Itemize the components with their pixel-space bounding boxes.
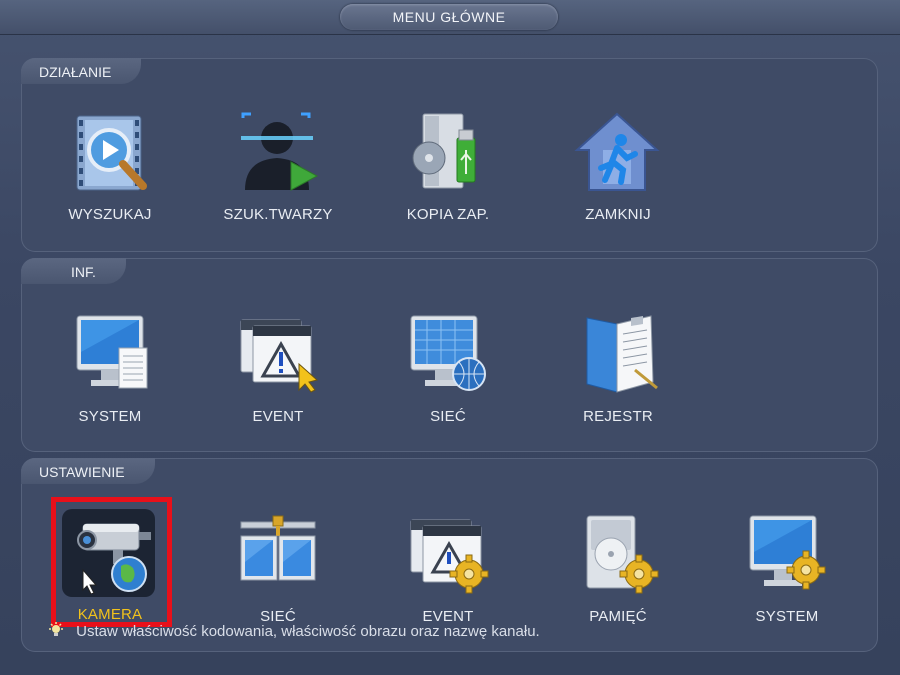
- section-title: INF.: [21, 258, 126, 284]
- menu-item-network-info[interactable]: SIEĆ: [373, 312, 523, 432]
- event-info-icon: [240, 319, 319, 393]
- menu-item-label: SYSTEM: [78, 408, 142, 425]
- menu-item-system-settings[interactable]: SYSTEM: [712, 512, 862, 632]
- title-bar: MENU GŁÓWNE: [0, 0, 900, 35]
- menu-item-label: SYSTEM: [755, 608, 819, 625]
- menu-item-label: EVENT: [252, 408, 304, 425]
- menu-item-search[interactable]: WYSZUKAJ: [35, 110, 185, 230]
- main-menu-window: MENU GŁÓWNE DZIAŁANIE WYSZUKAJ SZUK.TWAR…: [0, 0, 900, 675]
- menu-item-network-settings[interactable]: SIEĆ: [203, 512, 353, 632]
- storage-settings-icon: [586, 515, 659, 594]
- window-title: MENU GŁÓWNE: [340, 4, 558, 30]
- menu-item-backup[interactable]: KOPIA ZAP.: [373, 110, 523, 230]
- menu-item-event-info[interactable]: EVENT: [203, 312, 353, 432]
- hint-bar: Ustaw właściwość kodowania, właściwość o…: [48, 622, 540, 640]
- selection-frame: [51, 497, 172, 627]
- menu-item-label: REJESTR: [583, 408, 653, 425]
- event-settings-icon: [410, 519, 489, 594]
- section-title: DZIAŁANIE: [21, 58, 142, 84]
- menu-item-label: KOPIA ZAP.: [406, 206, 490, 223]
- system-settings-icon: [749, 515, 826, 590]
- hint-text: Ustaw właściwość kodowania, właściwość o…: [76, 623, 540, 640]
- menu-item-storage[interactable]: PAMIĘĆ: [543, 512, 693, 632]
- menu-item-label: PAMIĘĆ: [589, 608, 647, 625]
- section-title: USTAWIENIE: [21, 458, 155, 484]
- section-operation: DZIAŁANIE WYSZUKAJ SZUK.TWARZY KOPIA ZAP…: [21, 58, 878, 252]
- network-settings-icon: [240, 515, 316, 581]
- menu-item-system-info[interactable]: SYSTEM: [35, 312, 185, 432]
- menu-item-event-settings[interactable]: EVENT: [373, 512, 523, 632]
- log-icon: [586, 315, 658, 393]
- menu-item-label: ZAMKNIJ: [585, 206, 651, 223]
- menu-item-log[interactable]: REJESTR: [543, 312, 693, 432]
- lightbulb-icon: [49, 622, 63, 636]
- section-info: INF. SYSTEM EVENT SIEĆ REJESTR: [21, 258, 878, 452]
- system-info-icon: [76, 315, 148, 389]
- menu-item-face-search[interactable]: SZUK.TWARZY: [203, 110, 353, 230]
- menu-item-label: SIEĆ: [430, 408, 466, 425]
- search-video-icon: [76, 115, 147, 191]
- menu-item-logout[interactable]: ZAMKNIJ: [543, 110, 693, 230]
- menu-item-label: WYSZUKAJ: [68, 206, 152, 223]
- face-search-icon: [241, 112, 319, 191]
- exit-icon: [574, 112, 660, 191]
- menu-item-label: SZUK.TWARZY: [223, 206, 333, 223]
- network-info-icon: [410, 315, 486, 391]
- backup-icon: [412, 113, 476, 189]
